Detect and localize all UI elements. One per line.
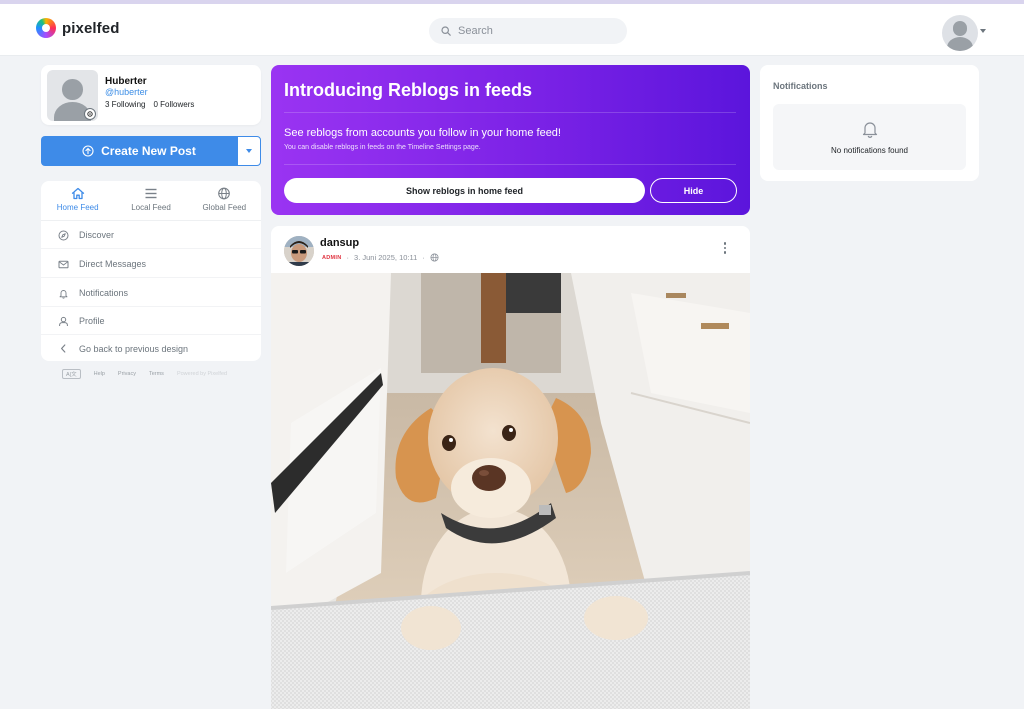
banner-title: Introducing Reblogs in feeds (284, 80, 533, 100)
chevron-left-icon (61, 344, 66, 353)
post-card: dansup ADMIN · 3. Juni 2025, 10:11 · (271, 226, 750, 709)
chevron-down-icon (246, 149, 252, 153)
menu-item-direct-messages[interactable]: Direct Messages (41, 251, 261, 278)
compass-icon (58, 230, 69, 240)
footer-link-help[interactable]: Help (94, 371, 105, 377)
brand-name: pixelfed (62, 19, 120, 37)
user-menu-caret-icon[interactable] (980, 29, 986, 33)
notifications-card: Notifications No notifications found (760, 65, 979, 181)
list-icon (145, 188, 157, 199)
brand-logo[interactable]: pixelfed (36, 18, 119, 38)
hide-banner-button[interactable]: Hide (650, 178, 737, 203)
banner-divider (284, 164, 736, 165)
post-author-avatar[interactable] (284, 236, 314, 266)
meta-separator: · (346, 253, 350, 262)
menu-item-label: Discover (79, 230, 115, 240)
upload-circle-icon (82, 145, 94, 157)
globe-icon (430, 253, 439, 262)
tab-home-feed[interactable]: Home Feed (41, 181, 114, 220)
bell-icon (862, 122, 877, 138)
reblogs-announcement-banner: Introducing Reblogs in feeds See reblogs… (271, 65, 750, 215)
globe-icon (218, 187, 231, 200)
language-switch[interactable]: A|文 (62, 369, 81, 379)
show-reblogs-button[interactable]: Show reblogs in home feed (284, 178, 645, 203)
create-post-group: Create New Post (41, 136, 261, 166)
banner-subtext: You can disable reblogs in feeds on the … (284, 144, 481, 151)
tab-global-feed-label: Global Feed (202, 203, 247, 212)
menu-item-label: Profile (79, 316, 105, 326)
bell-icon (59, 289, 68, 299)
post-timestamp[interactable]: 3. Juni 2025, 10:11 (354, 253, 417, 262)
post-more-options-icon[interactable] (723, 242, 727, 254)
navigation-card: Home Feed Local Feed Global Feed Discove… (41, 181, 261, 361)
notifications-empty-state: No notifications found (773, 104, 966, 170)
admin-badge: ADMIN (322, 254, 342, 261)
profile-stats: 3 Following 0 Followers (105, 100, 194, 109)
user-menu-avatar[interactable] (942, 15, 978, 51)
menu-item-label: Direct Messages (79, 259, 147, 269)
tab-local-feed[interactable]: Local Feed (114, 181, 187, 220)
followers-count[interactable]: 0 Followers (153, 100, 194, 109)
mail-icon (58, 260, 69, 268)
notifications-title: Notifications (773, 81, 828, 91)
menu-item-notifications[interactable]: Notifications (41, 280, 261, 307)
settings-gear-icon[interactable] (84, 108, 96, 120)
post-username[interactable]: dansup (320, 237, 359, 249)
footer-powered-by[interactable]: Powered by Pixelfed (177, 371, 227, 377)
menu-item-label: Notifications (79, 288, 129, 298)
menu-item-discover[interactable]: Discover (41, 222, 261, 249)
menu-item-profile[interactable]: Profile (41, 308, 261, 335)
banner-divider (284, 112, 736, 113)
pixelfed-logo-icon (36, 18, 56, 38)
post-meta: ADMIN · 3. Juni 2025, 10:11 · (322, 253, 439, 262)
tab-global-feed[interactable]: Global Feed (188, 181, 261, 220)
profile-handle[interactable]: @huberter (105, 87, 148, 97)
create-new-post-button[interactable]: Create New Post (41, 136, 237, 166)
footer-link-privacy[interactable]: Privacy (118, 371, 136, 377)
profile-name[interactable]: Huberter (105, 76, 147, 87)
banner-text: See reblogs from accounts you follow in … (284, 127, 561, 139)
user-icon (59, 316, 68, 326)
notifications-empty-text: No notifications found (831, 146, 908, 155)
tab-local-feed-label: Local Feed (131, 203, 171, 212)
footer-link-terms[interactable]: Terms (149, 371, 164, 377)
home-icon (71, 187, 84, 200)
footer-links: A|文 Help Privacy Terms Powered by Pixelf… (62, 369, 227, 379)
search-box[interactable] (429, 18, 627, 44)
post-image[interactable] (271, 273, 750, 709)
feed-tabs: Home Feed Local Feed Global Feed (41, 181, 261, 221)
create-post-dropdown-button[interactable] (237, 136, 261, 166)
following-count[interactable]: 3 Following (105, 100, 145, 109)
menu-item-label: Go back to previous design (79, 343, 189, 354)
menu-item-previous-design[interactable]: Go back to previous design (41, 335, 261, 362)
top-navbar: pixelfed (0, 4, 1024, 56)
meta-separator: · (422, 253, 425, 262)
create-new-post-label: Create New Post (101, 144, 196, 158)
search-icon (441, 26, 451, 36)
profile-card: Huberter @huberter 3 Following 0 Followe… (41, 65, 261, 125)
search-input[interactable] (458, 25, 608, 37)
tab-home-feed-label: Home Feed (56, 203, 99, 212)
